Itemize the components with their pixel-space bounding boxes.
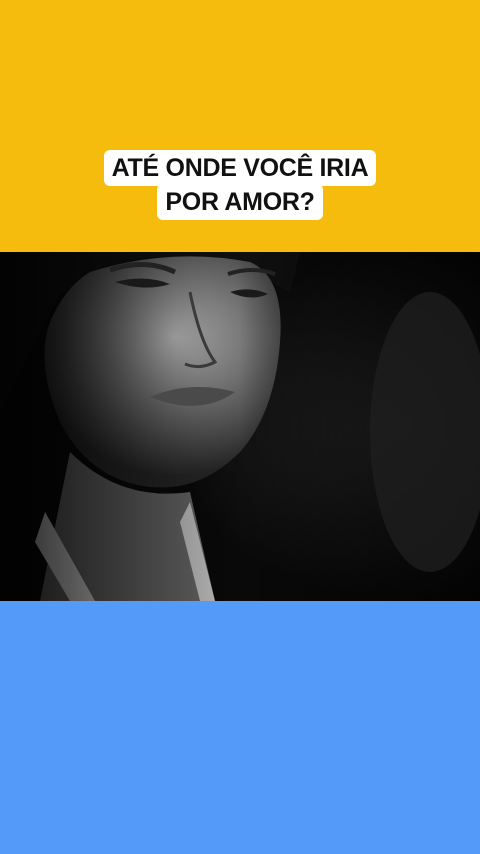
video-frame[interactable] (0, 252, 480, 601)
caption-overlay: ATÉ ONDE VOCÊ IRIA POR AMOR? (0, 150, 480, 220)
caption-line-2: POR AMOR? (157, 184, 323, 220)
portrait-image (0, 252, 480, 601)
caption-line-1: ATÉ ONDE VOCÊ IRIA (103, 150, 377, 186)
blue-background-band (0, 601, 480, 854)
video-post-screen: ATÉ ONDE VOCÊ IRIA POR AMOR? (0, 0, 480, 854)
